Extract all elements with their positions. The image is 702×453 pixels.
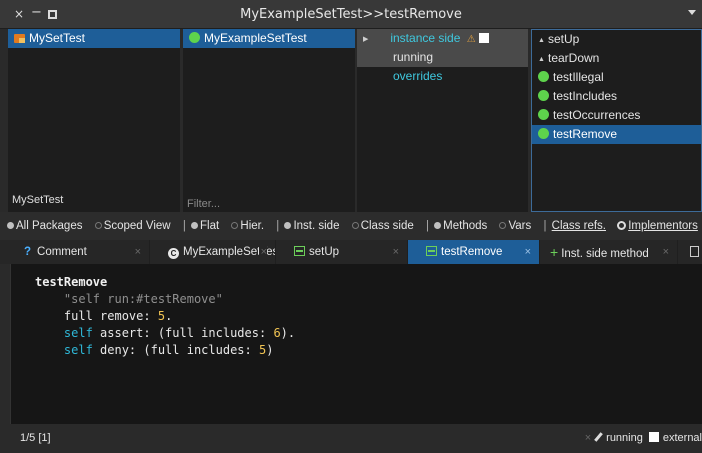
add-icon: + <box>550 244 559 260</box>
methods-radio[interactable]: Methods <box>434 220 489 232</box>
external-label: external <box>662 432 702 444</box>
expand-triangle-icon[interactable]: ▶ <box>363 30 373 49</box>
scoped-view-radio[interactable]: Scoped View <box>90 220 173 232</box>
inst-side-radio[interactable]: Inst. side <box>284 220 341 232</box>
system-browser-window: × − MyExampleSetTest>>testRemove MySetTe… <box>0 0 702 453</box>
code-editor[interactable]: testRemove "self run:#testRemove" full r… <box>10 264 702 424</box>
tabs-overflow-icon[interactable] <box>678 240 702 264</box>
status-bar: 1/5 [1] × running external <box>0 424 702 453</box>
class-icon: C <box>168 248 179 259</box>
help-icon: ? <box>24 246 32 258</box>
green-dot-icon <box>538 109 549 120</box>
external-checkbox[interactable] <box>648 432 659 442</box>
package-icon <box>14 34 25 43</box>
window-menu-icon[interactable] <box>688 10 696 15</box>
method-icon <box>294 246 305 256</box>
package-pane[interactable]: MySetTest MySetTest <box>8 29 180 212</box>
method-item[interactable]: testRemove <box>532 125 701 144</box>
class-pane[interactable]: MyExampleSetTest Filter... <box>183 29 355 212</box>
cursor-position: 1/5 [1] <box>20 432 51 444</box>
flat-radio[interactable]: Flat <box>191 220 221 232</box>
all-packages-radio[interactable]: All Packages <box>7 220 84 232</box>
green-dot-icon <box>538 90 549 101</box>
close-tab-icon[interactable]: × <box>525 240 531 264</box>
vars-radio[interactable]: Vars <box>494 220 533 232</box>
title-bar: × − MyExampleSetTest>>testRemove <box>0 0 702 29</box>
method-pane[interactable]: ▲ setUp ▲ tearDown testIllegal testInclude… <box>531 29 702 212</box>
method-item[interactable]: testIllegal <box>532 68 701 87</box>
close-tab-icon[interactable]: × <box>135 240 141 264</box>
method-item[interactable]: testIncludes <box>532 87 701 106</box>
search-icon <box>617 221 627 230</box>
protocol-item-running[interactable]: running <box>357 48 528 67</box>
package-item[interactable]: MySetTest <box>8 29 180 48</box>
up-triangle-icon: ▲ <box>538 56 545 63</box>
close-tab-icon[interactable]: × <box>258 240 267 264</box>
protocol-item-overrides[interactable]: overrides <box>357 67 528 86</box>
inheritance-icon: ⚠ <box>466 34 476 45</box>
method-item[interactable]: ▲ tearDown <box>532 49 701 68</box>
green-dot-icon <box>189 32 200 43</box>
implementors-link[interactable]: Implementors <box>628 220 698 232</box>
class-side-radio[interactable]: Class side <box>347 220 416 232</box>
tab-comment[interactable]: ? Comment × <box>0 240 150 264</box>
class-filter-input[interactable]: Filter... <box>187 198 220 210</box>
window-title: MyExampleSetTest>>testRemove <box>240 7 462 22</box>
method-icon <box>426 246 437 256</box>
close-tab-icon[interactable]: × <box>393 240 399 264</box>
close-tab-icon[interactable]: × <box>663 240 669 264</box>
class-refs-link[interactable]: Class refs. <box>552 220 606 232</box>
hier-radio[interactable]: Hier. <box>226 220 266 232</box>
method-source[interactable]: testRemove "self run:#testRemove" full r… <box>35 274 295 359</box>
tab-new-inst-side-method[interactable]: + Inst. side method × <box>540 240 678 264</box>
browser-toolbar: All Packages Scoped View | Flat Hier. | … <box>0 212 702 240</box>
up-triangle-icon: ▲ <box>538 37 545 44</box>
package-scope-label: MySetTest <box>12 194 64 206</box>
tab-setup[interactable]: setUp × <box>276 240 408 264</box>
editor-tabs: ? Comment × C MyExampleSetTest × setUp × t… <box>0 240 702 264</box>
edit-icon <box>594 432 604 442</box>
tab-testremove[interactable]: testRemove × <box>408 240 540 264</box>
class-item[interactable]: MyExampleSetTest <box>183 29 355 48</box>
tab-class-definition[interactable]: C MyExampleSetTest × <box>150 240 276 264</box>
method-item[interactable]: testOccurrences <box>532 106 701 125</box>
protocol-selector[interactable]: running <box>606 432 643 444</box>
green-dot-icon <box>538 128 549 139</box>
protocol-pane[interactable]: ▶ instance side ⚠ running overrides <box>357 29 528 212</box>
close-icon[interactable]: × <box>585 432 591 444</box>
method-item[interactable]: ▲ setUp <box>532 30 701 49</box>
green-dot-icon <box>538 71 549 82</box>
class-side-checkbox[interactable] <box>478 33 489 43</box>
protocol-item-instance-side[interactable]: ▶ instance side ⚠ <box>357 29 528 48</box>
